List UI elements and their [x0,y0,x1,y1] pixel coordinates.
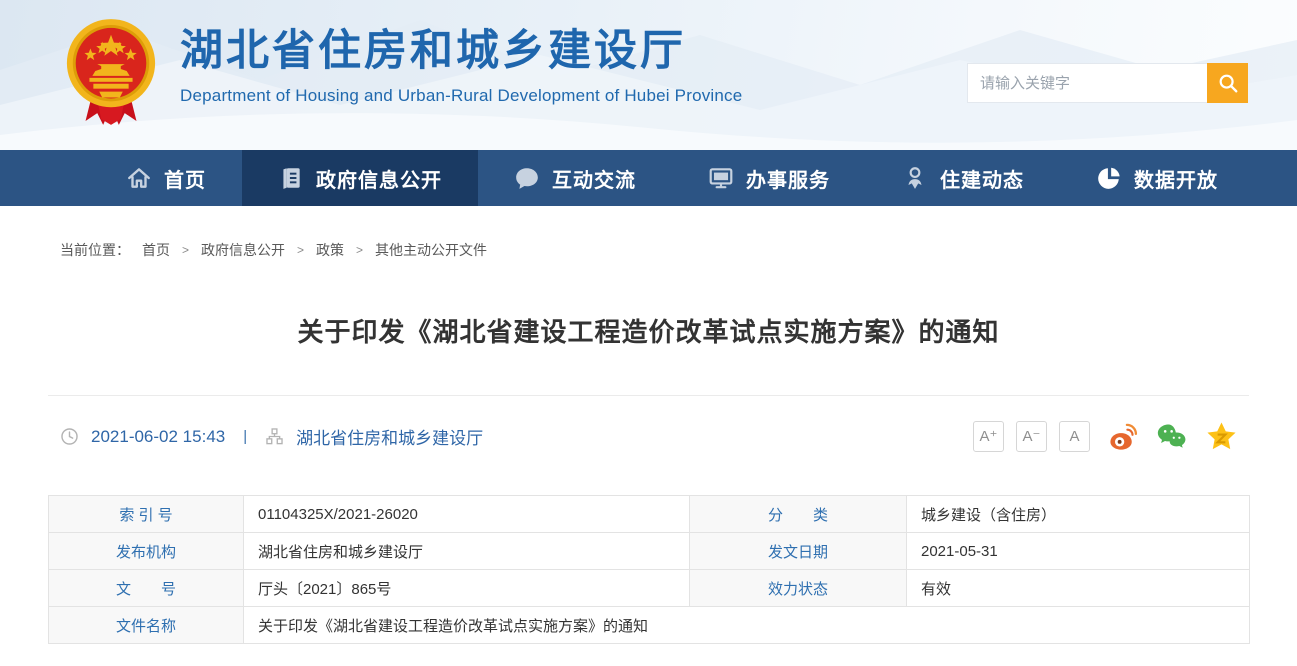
table-row: 文 号 厅头〔2021〕865号 效力状态 有效 [49,570,1250,607]
chat-icon [514,165,540,191]
validity-status-label: 效力状态 [690,570,907,607]
search-input[interactable] [967,63,1207,103]
qzone-icon[interactable] [1206,421,1237,452]
article-source: 湖北省住房和城乡建设厅 [296,424,483,449]
nav-item-government-info-disclosure[interactable]: 政府信息公开 [242,150,478,206]
document-number-value: 厅头〔2021〕865号 [244,570,690,607]
breadcrumb-separator: > [356,243,363,257]
issue-date-label: 发文日期 [690,533,907,570]
article-title: 关于印发《湖北省建设工程造价改革试点实施方案》的通知 [0,312,1297,349]
nav-item-home[interactable]: 首页 [90,150,242,206]
issue-date-value: 2021-05-31 [907,533,1250,570]
index-number-label: 索 引 号 [49,496,244,533]
meta-separator: | [237,428,253,445]
validity-status-value: 有效 [907,570,1250,607]
breadcrumb-item-info-disclosure[interactable]: 政府信息公开 [201,240,285,260]
person-icon [902,165,928,191]
home-icon [126,165,152,191]
document-name-label: 文件名称 [49,607,244,644]
national-emblem-logo [62,16,160,128]
nav-item-housing-news[interactable]: 住建动态 [866,150,1060,206]
search-icon [1217,72,1239,94]
organization-icon [265,427,284,446]
table-row: 索 引 号 01104325X/2021-26020 分 类 城乡建设（含住房） [49,496,1250,533]
breadcrumb-item-other-public-files[interactable]: 其他主动公开文件 [375,240,487,260]
document-name-value: 关于印发《湖北省建设工程造价改革试点实施方案》的通知 [244,607,1250,644]
category-label: 分 类 [690,496,907,533]
font-size-increase-button[interactable]: A⁺ [973,421,1004,452]
font-size-reset-button[interactable]: A [1059,421,1090,452]
search-button[interactable] [1207,63,1248,103]
main-navigation: 首页 政府信息公开 互动交流 办事服务 住建动态 [0,150,1297,206]
font-size-decrease-button[interactable]: A⁻ [1016,421,1047,452]
site-title: 湖北省住房和城乡建设厅 [180,26,742,78]
site-header: 湖北省住房和城乡建设厅 Department of Housing and Ur… [0,0,1297,150]
breadcrumb-item-policy[interactable]: 政策 [316,240,344,260]
wechat-icon[interactable] [1157,421,1188,452]
document-info-table: 索 引 号 01104325X/2021-26020 分 类 城乡建设（含住房）… [48,495,1250,644]
weibo-icon[interactable] [1108,421,1139,452]
breadcrumb-item-home[interactable]: 首页 [142,240,170,260]
document-icon [278,165,304,191]
category-value: 城乡建设（含住房） [907,496,1250,533]
breadcrumb-separator: > [297,243,304,257]
publish-time: 2021-06-02 15:43 [91,427,225,447]
breadcrumb-separator: > [182,243,189,257]
nav-item-services[interactable]: 办事服务 [672,150,866,206]
monitor-icon [708,165,734,191]
breadcrumb-label: 当前位置： [60,240,130,260]
table-row: 发布机构 湖北省住房和城乡建设厅 发文日期 2021-05-31 [49,533,1250,570]
issuing-agency-value: 湖北省住房和城乡建设厅 [244,533,690,570]
nav-item-open-data[interactable]: 数据开放 [1060,150,1254,206]
document-number-label: 文 号 [49,570,244,607]
breadcrumb: 当前位置： 首页 > 政府信息公开 > 政策 > 其他主动公开文件 [0,206,1297,260]
issuing-agency-label: 发布机构 [49,533,244,570]
site-search [967,63,1248,103]
table-row: 文件名称 关于印发《湖北省建设工程造价改革试点实施方案》的通知 [49,607,1250,644]
nav-item-interaction[interactable]: 互动交流 [478,150,672,206]
article-meta-bar: 2021-06-02 15:43 | 湖北省住房和城乡建设厅 A⁺ A⁻ A [48,395,1249,475]
pie-chart-icon [1096,165,1122,191]
site-subtitle: Department of Housing and Urban-Rural De… [180,86,742,106]
clock-icon [60,427,79,446]
index-number-value: 01104325X/2021-26020 [244,496,690,533]
